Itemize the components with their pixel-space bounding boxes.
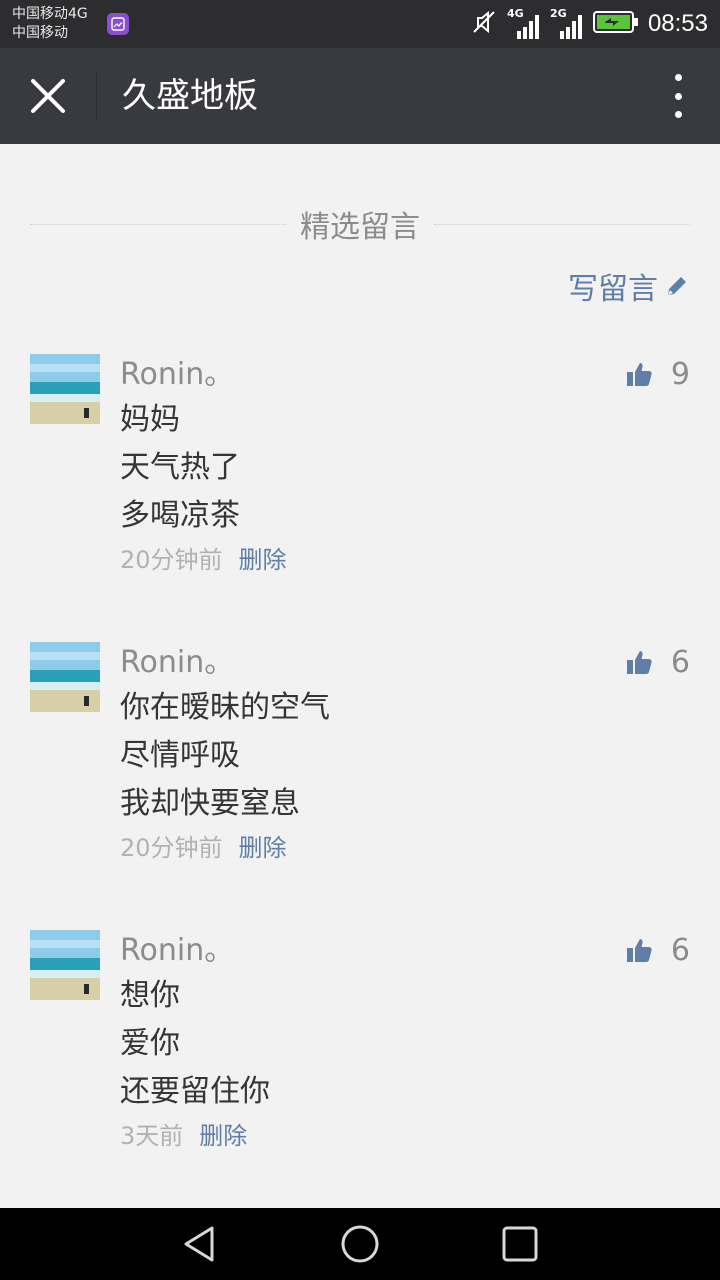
divider-left <box>30 223 286 225</box>
delete-comment-link[interactable]: 删除 <box>199 1122 247 1150</box>
comment-text-line: 尽情呼吸 <box>120 738 240 773</box>
pencil-icon <box>668 277 686 295</box>
delete-comment-link[interactable]: 删除 <box>239 546 287 574</box>
like-button[interactable]: 6 <box>625 930 690 970</box>
comment-meta: 20分钟前 删除 <box>120 540 690 580</box>
like-count: 6 <box>670 932 690 968</box>
section-title: 精选留言 <box>300 210 420 245</box>
write-comment-button[interactable]: 写留言 <box>568 264 690 308</box>
comment-text-line: 妈妈 <box>120 402 180 437</box>
signal-2g-icon: 2G <box>550 7 584 39</box>
featured-comments-header: 精选留言 <box>30 202 690 246</box>
comment-meta: 20分钟前 删除 <box>120 828 690 868</box>
thumbs-up-icon <box>626 651 652 674</box>
more-dot-icon <box>674 92 682 100</box>
comment-time: 20分钟前 <box>120 834 223 862</box>
write-comment-label: 写留言 <box>568 272 658 307</box>
home-button[interactable] <box>340 1224 380 1264</box>
comment-author[interactable]: Ronin。 <box>120 354 690 396</box>
thumbs-up-icon <box>626 363 652 386</box>
divider-right <box>434 223 690 225</box>
clock: 08:53 <box>647 10 708 37</box>
app-bar: 久盛地板 <box>0 48 720 144</box>
comment-body: Ronin。想你爱你还要留住你 3天前 删除 <box>120 930 690 1156</box>
comment-time: 3天前 <box>120 1122 184 1150</box>
delete-comment-link[interactable]: 删除 <box>239 834 287 862</box>
back-button[interactable] <box>180 1224 220 1264</box>
comment-text-line: 天气热了 <box>120 450 240 485</box>
carrier-info: 中国移动4G 中国移动 <box>12 5 88 43</box>
like-button[interactable]: 9 <box>625 354 690 394</box>
gallery-notification-icon <box>107 13 129 35</box>
avatar[interactable] <box>30 930 100 1000</box>
more-dot-icon <box>674 111 682 118</box>
home-circle-icon <box>341 1225 379 1263</box>
close-button[interactable] <box>24 72 72 120</box>
recents-square-icon <box>502 1226 538 1262</box>
app-bar-divider <box>96 72 97 120</box>
like-count: 9 <box>670 356 690 392</box>
comment-time: 20分钟前 <box>120 546 223 574</box>
like-count: 6 <box>670 644 690 680</box>
carrier-line-1: 中国移动4G <box>12 6 88 22</box>
back-triangle-icon <box>184 1226 214 1262</box>
comment-body: Ronin。你在暧昧的空气 尽情呼吸我却快要窒息 20分钟前 删除 <box>120 642 690 868</box>
mute-icon <box>470 8 498 40</box>
page-title: 久盛地板 <box>122 76 258 116</box>
comment-text-line: 多喝凉茶 <box>120 498 240 533</box>
like-button[interactable]: 6 <box>625 642 690 682</box>
system-nav-bar <box>0 1208 720 1280</box>
status-bar: 中国移动4G 中国移动 4G 2G 08:53 <box>0 0 720 48</box>
comment-text-line: 想你 <box>120 978 180 1013</box>
comment-text-line: 还要留住你 <box>120 1074 270 1109</box>
comment-text-line: 爱你 <box>120 1026 180 1061</box>
more-options-button[interactable] <box>666 74 690 118</box>
thumbs-up-icon <box>626 939 652 962</box>
carrier-line-2: 中国移动 <box>12 25 68 41</box>
recents-button[interactable] <box>500 1224 540 1264</box>
avatar[interactable] <box>30 354 100 424</box>
comment-text-line: 你在暧昧的空气 <box>120 690 330 725</box>
comment-body: Ronin。妈妈天气热了多喝凉茶 20分钟前 删除 <box>120 354 690 580</box>
close-icon <box>31 79 65 113</box>
comment-meta: 3天前 删除 <box>120 1116 690 1156</box>
comment-author[interactable]: Ronin。 <box>120 642 690 684</box>
comment-text-line: 我却快要窒息 <box>120 786 300 821</box>
comment-author[interactable]: Ronin。 <box>120 930 690 972</box>
avatar[interactable] <box>30 642 100 712</box>
battery-charging-icon <box>592 10 639 38</box>
signal-4g-icon: 4G <box>507 7 541 39</box>
more-dot-icon <box>674 74 682 81</box>
